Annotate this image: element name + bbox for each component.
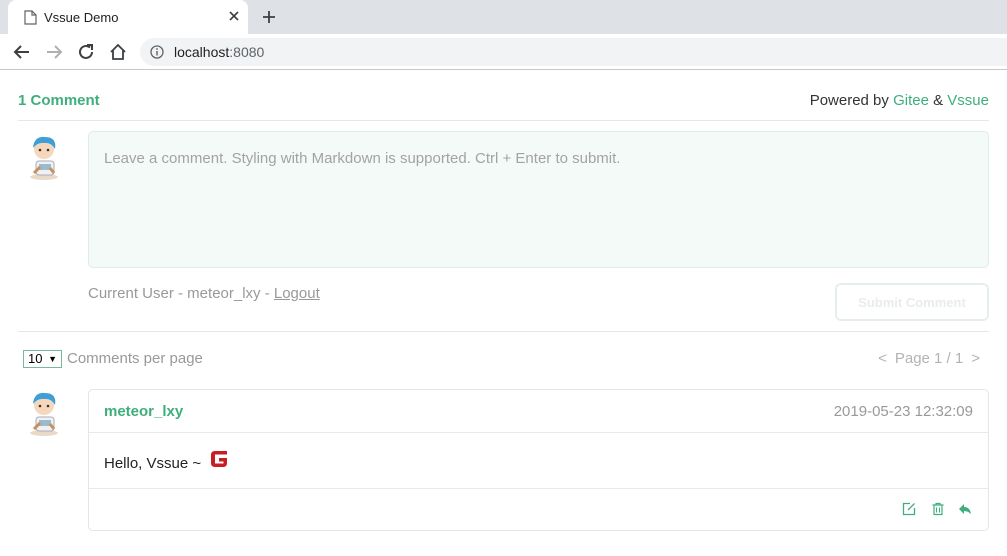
comment-actions <box>89 489 988 530</box>
per-page-label: Comments per page <box>67 350 203 367</box>
comment-date: 2019-05-23 12:32:09 <box>833 403 973 420</box>
comment-text: Hello, Vssue ~ <box>104 455 202 472</box>
browser-tab[interactable]: Vssue Demo <box>8 0 248 34</box>
comment-count: 1 Comment <box>18 92 100 109</box>
address-bar[interactable]: localhost:8080 <box>140 38 1007 66</box>
page-indicator: Page 1 / 1 <box>894 350 964 367</box>
vssue-link[interactable]: Vssue <box>947 92 989 109</box>
next-page-button[interactable]: > <box>971 350 980 367</box>
prev-page-button[interactable]: < <box>878 350 887 367</box>
avatar[interactable] <box>24 133 64 181</box>
forward-arrow-icon[interactable] <box>44 42 64 62</box>
tab-strip: Vssue Demo <box>0 0 1007 34</box>
logout-link[interactable]: Logout <box>274 285 320 302</box>
url-text: localhost:8080 <box>174 44 265 60</box>
divider <box>18 331 989 332</box>
gitee-link[interactable]: Gitee <box>893 92 929 109</box>
page-icon <box>24 10 37 25</box>
browser-toolbar: localhost:8080 <box>0 34 1007 70</box>
back-arrow-icon[interactable] <box>12 42 32 62</box>
close-icon[interactable] <box>226 8 242 24</box>
vssue-container: 1 Comment Powered by Gitee & Vssue Leave… <box>18 71 989 531</box>
comment-textarea[interactable]: Leave a comment. Styling with Markdown i… <box>88 131 989 268</box>
home-icon[interactable] <box>108 42 128 62</box>
comment-author[interactable]: meteor_lxy <box>104 403 183 420</box>
comment-item: meteor_lxy 2019-05-23 12:32:09 Hello, Vs… <box>88 389 989 531</box>
reply-icon[interactable] <box>958 502 972 516</box>
tab-title: Vssue Demo <box>44 10 119 25</box>
submit-comment-button[interactable]: Submit Comment <box>835 283 989 321</box>
vssue-header: 1 Comment Powered by Gitee & Vssue <box>18 71 989 121</box>
pagination: < Page 1 / 1 > <box>878 350 980 367</box>
comment-body: Hello, Vssue ~ <box>89 433 988 489</box>
gitee-logo <box>211 451 227 467</box>
chevron-down-icon: ▼ <box>48 354 57 364</box>
avatar[interactable] <box>24 389 64 437</box>
trash-icon[interactable] <box>931 502 945 516</box>
edit-icon[interactable] <box>902 502 916 516</box>
plus-icon[interactable] <box>260 8 278 26</box>
reload-icon[interactable] <box>76 42 96 62</box>
powered-by: Powered by Gitee & Vssue <box>809 92 989 109</box>
comment-header: meteor_lxy 2019-05-23 12:32:09 <box>89 390 988 433</box>
per-page-select[interactable]: 10 ▼ <box>23 350 62 368</box>
info-icon[interactable] <box>150 45 164 59</box>
current-user: Current User - meteor_lxy - Logout <box>88 285 320 302</box>
